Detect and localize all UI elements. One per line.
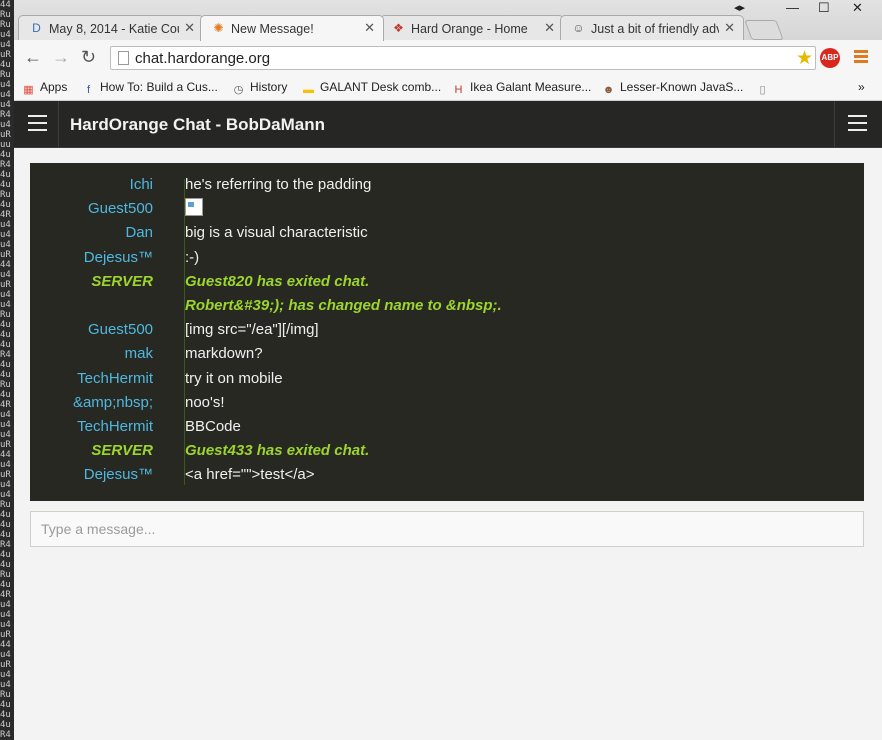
chat-message: Guest500 [img src="/ea"][/img] (30, 318, 864, 342)
tab-close-icon[interactable]: ✕ (184, 20, 195, 36)
hh-icon: H (454, 84, 463, 96)
message-text (185, 197, 203, 221)
desktop-edge-strip: 44RuRuu4u4uR4uRuu4u4u4R4u4uRuu4uR44u4uRu… (0, 0, 14, 740)
message-text: Guest820 has exited chat. (185, 272, 370, 290)
message-nick[interactable]: Guest500 (88, 318, 153, 342)
message-nick[interactable]: Guest500 (88, 197, 153, 221)
chat-message: TechHermit BBCode (30, 415, 864, 439)
app-header: HardOrange Chat - BobDaMann (14, 101, 882, 148)
message-text: markdown? (185, 345, 263, 363)
bookmark-build-custom[interactable]: f How To: Build a Cus... (82, 80, 218, 97)
message-nick[interactable]: Dejesus™ (84, 463, 153, 487)
bookmark-apps[interactable]: ▦ Apps (22, 80, 67, 97)
message-input[interactable] (30, 511, 864, 547)
chat-message: SERVER Guest433 has exited chat. (30, 439, 864, 463)
bookmark-galant-desk[interactable]: ▬ GALANT Desk comb... (302, 80, 441, 97)
message-nick[interactable]: TechHermit (77, 367, 153, 391)
tab-close-icon[interactable]: ✕ (724, 20, 735, 36)
page-icon (118, 51, 129, 65)
message-nick[interactable]: Ichi (130, 173, 153, 197)
tab-hard-orange[interactable]: ❖ Hard Orange - Home ✕ (380, 15, 564, 41)
header-divider (58, 101, 59, 147)
message-nick[interactable]: SERVER (91, 439, 153, 463)
page-icon: ▯ (759, 84, 766, 96)
tab-label: Just a bit of friendly adv (591, 22, 719, 36)
message-nick[interactable]: &amp;nbsp; (73, 391, 153, 415)
avatar-icon: ☻ (602, 84, 615, 96)
bookmark-blank[interactable]: ▯ (756, 80, 774, 97)
chat-message: SERVER Guest820 has exited chat. (30, 270, 864, 294)
chat-message: &amp;nbsp; noo's! (30, 391, 864, 415)
tab-new-message[interactable]: ✺ New Message! ✕ (200, 15, 384, 41)
message-nick[interactable]: mak (125, 342, 153, 366)
maximize-button[interactable]: ☐ (818, 0, 830, 16)
tab-close-icon[interactable]: ✕ (364, 20, 375, 36)
address-bar[interactable]: chat.hardorange.org ★ (110, 46, 816, 70)
message-nick[interactable]: Dan (125, 221, 153, 245)
broken-image-icon[interactable] (185, 198, 203, 217)
address-url[interactable]: chat.hardorange.org (135, 50, 270, 67)
message-text: big is a visual characteristic (185, 224, 368, 242)
right-menu-icon[interactable] (848, 115, 867, 132)
profile-icon[interactable]: ◂▸ (734, 1, 745, 14)
tab-close-icon[interactable]: ✕ (544, 20, 555, 36)
app-title: HardOrange Chat - BobDaMann (70, 115, 326, 134)
chat-message: Dejesus™ <a href="">test</a> (30, 463, 864, 487)
message-text: noo's! (185, 393, 225, 411)
back-button[interactable]: ← (24, 48, 42, 66)
tab-favicon-icon: ✺ (213, 21, 224, 35)
browser-toolbar: ← → ↻ chat.hardorange.org ★ ABP (14, 40, 882, 74)
facebook-icon: f (86, 84, 91, 96)
chat-log: Ichi he's referring to the padding Guest50… (30, 163, 864, 501)
bookmark-ikea-galant[interactable]: H Ikea Galant Measure... (452, 80, 592, 97)
left-menu-icon[interactable] (28, 115, 47, 132)
message-text: try it on mobile (185, 369, 283, 387)
message-text: <a href="">test</a> (185, 466, 315, 484)
browser-window: D May 8, 2014 - Katie Cou ✕ ✺ New Messag… (14, 0, 882, 740)
message-nick[interactable]: TechHermit (77, 415, 153, 439)
bookmarks-bar: ▦ Apps f How To: Build a Cus... ◷ History ▬… (14, 74, 882, 101)
tab-label: Hard Orange - Home (411, 22, 528, 36)
tab-label: May 8, 2014 - Katie Cou (49, 22, 179, 36)
tab-label: New Message! (231, 22, 314, 36)
message-nick[interactable]: Dejesus™ (84, 246, 153, 270)
bookmark-star-icon[interactable]: ★ (796, 47, 813, 70)
message-text: he's referring to the padding (185, 176, 372, 193)
message-text: :-) (185, 248, 200, 266)
close-window-button[interactable]: ✕ (852, 0, 863, 16)
chat-message: Dan big is a visual characteristic (30, 221, 864, 245)
bookmark-history[interactable]: ◷ History (232, 80, 288, 97)
tab-favicon-icon: D (32, 21, 41, 35)
tab-favicon-icon: ❖ (393, 21, 404, 35)
message-text: Guest433 has exited chat. (185, 442, 370, 460)
forward-button[interactable]: → (52, 48, 70, 66)
chat-message: mak markdown? (30, 342, 864, 366)
minimize-button[interactable]: — (786, 0, 799, 15)
message-text: BBCode (185, 418, 241, 435)
chat-message: TechHermit try it on mobile (30, 367, 864, 391)
message-nick[interactable]: SERVER (91, 270, 153, 294)
chat-message: Guest500 (30, 197, 864, 221)
new-tab-button[interactable] (744, 20, 784, 40)
chat-message: Robert&#39;); has changed name to &nbsp;… (30, 294, 864, 318)
browser-menu-icon[interactable] (854, 50, 868, 64)
apps-icon: ▦ (23, 84, 34, 96)
adblock-icon[interactable]: ABP (820, 48, 840, 68)
reload-button[interactable]: ↻ (81, 48, 96, 66)
bookmark-lesser-known-js[interactable]: ☻ Lesser-Known JavaS... (602, 80, 744, 97)
ikea-icon: ▬ (303, 84, 314, 96)
header-divider (834, 101, 835, 147)
history-icon: ◷ (233, 84, 244, 96)
bookmarks-overflow-icon[interactable]: » (858, 80, 865, 94)
tab-favicon-icon: ☺ (572, 21, 585, 35)
message-text: [img src="/ea"][/img] (185, 321, 319, 339)
tab-katie[interactable]: D May 8, 2014 - Katie Cou ✕ (18, 15, 204, 41)
tab-strip: D May 8, 2014 - Katie Cou ✕ ✺ New Messag… (14, 0, 882, 41)
message-text: Robert&#39;); has changed name to &nbsp;… (185, 297, 502, 314)
tab-friendly-advice[interactable]: ☺ Just a bit of friendly adv ✕ (560, 15, 744, 41)
chat-message: Ichi he's referring to the padding (30, 173, 864, 197)
chat-message: Dejesus™ :-) (30, 246, 864, 270)
